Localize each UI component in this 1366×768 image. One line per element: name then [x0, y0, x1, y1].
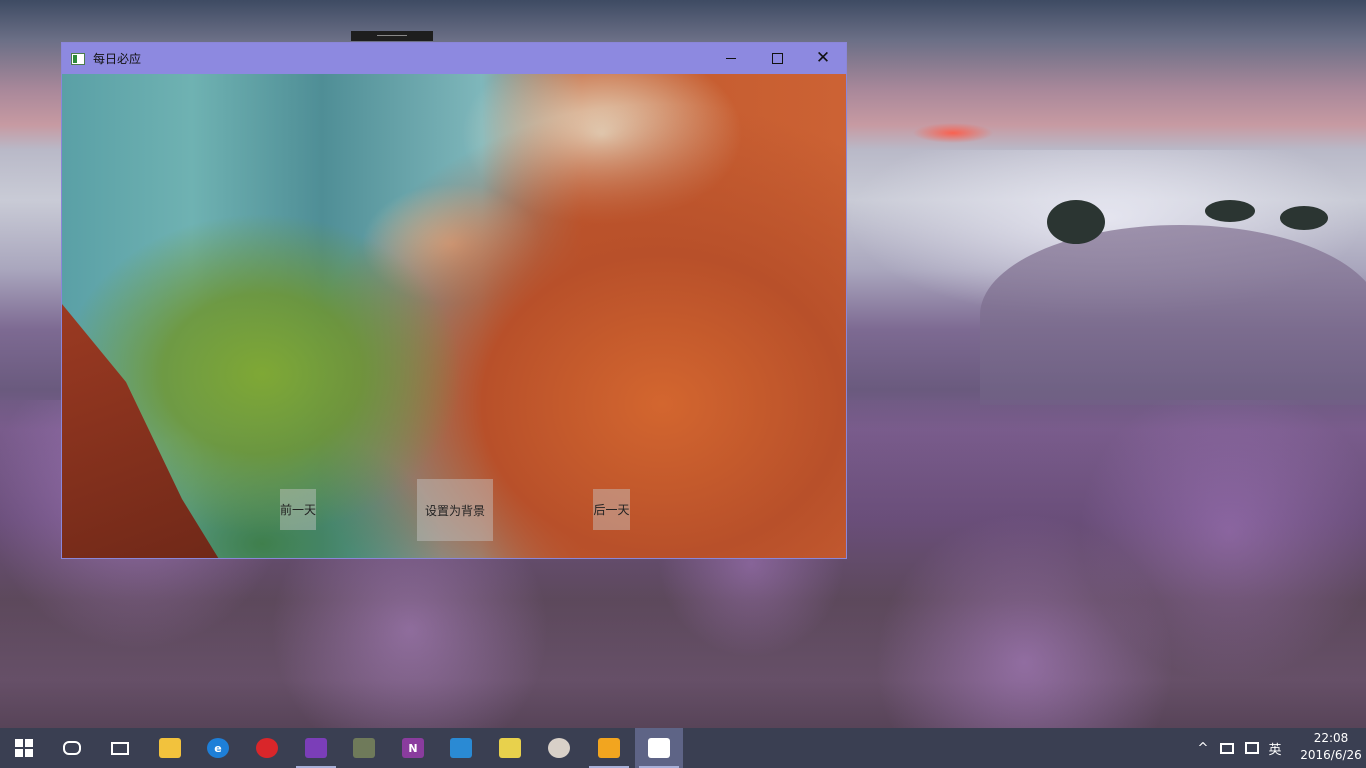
minimize-button[interactable]	[708, 43, 754, 74]
show-hidden-icons-button[interactable]: ^	[1192, 728, 1214, 768]
daily-image: 前一天 设置为背景 后一天	[62, 74, 846, 558]
taskbar-netease-music[interactable]	[243, 728, 291, 768]
message-icon	[1245, 742, 1259, 754]
minimize-icon	[726, 58, 736, 59]
visual-studio-icon	[305, 738, 327, 758]
notes-app-icon	[499, 738, 521, 758]
taskbar-paint-app[interactable]	[535, 728, 583, 768]
taskbar-window-app[interactable]	[585, 728, 633, 768]
window-title: 每日必应	[93, 52, 142, 66]
chevron-up-icon: ^	[1197, 740, 1209, 756]
maximize-icon	[771, 53, 783, 64]
taskbar-visual-studio[interactable]	[292, 728, 340, 768]
task-view-icon	[111, 741, 129, 755]
app-icon	[71, 52, 85, 65]
wallpaper-tree	[1280, 206, 1328, 230]
task-view-button[interactable]	[96, 728, 144, 768]
close-icon: ✕	[815, 48, 831, 68]
taskbar-notes-app[interactable]	[486, 728, 534, 768]
window-app-icon	[598, 738, 620, 758]
previous-day-button[interactable]: 前一天	[280, 489, 316, 530]
taskbar: e N ^ 英 22:08 2016/6/26	[0, 728, 1366, 768]
vscode-icon	[450, 738, 472, 758]
taskbar-edge[interactable]: e	[194, 728, 242, 768]
onenote-icon: N	[402, 738, 424, 758]
start-button[interactable]	[0, 728, 48, 768]
bing-daily-app-icon	[648, 738, 670, 758]
window-titlebar[interactable]: 每日必应 ✕	[62, 43, 846, 74]
network-button[interactable]	[1216, 728, 1238, 768]
input-method-indicator[interactable]: 英	[1264, 728, 1286, 768]
drag-handle[interactable]	[351, 31, 433, 41]
set-as-background-button[interactable]: 设置为背景	[417, 479, 493, 541]
clock-time: 22:08	[1313, 731, 1349, 745]
cortana-icon	[63, 741, 81, 755]
wallpaper-tree	[1205, 200, 1255, 222]
file-explorer-icon	[159, 738, 181, 758]
ime-indicator: 英	[1268, 742, 1282, 758]
taskbar-bing-daily[interactable]	[635, 728, 683, 768]
taskbar-file-explorer[interactable]	[146, 728, 194, 768]
network-icon	[1220, 742, 1234, 754]
windows-logo-icon	[15, 739, 33, 757]
next-day-button[interactable]: 后一天	[593, 489, 630, 530]
image-rock-left	[62, 304, 222, 558]
edge-icon: e	[207, 738, 229, 758]
netease-music-icon	[256, 738, 278, 758]
paint-app-icon	[548, 738, 570, 758]
taskbar-onenote[interactable]: N	[389, 728, 437, 768]
wallpaper-tree	[1047, 200, 1105, 244]
taskbar-tool-app[interactable]	[340, 728, 388, 768]
maximize-button[interactable]	[754, 43, 800, 74]
cortana-button[interactable]	[48, 728, 96, 768]
close-button[interactable]: ✕	[800, 43, 846, 74]
tool-app-icon	[353, 738, 375, 758]
clock-date: 2016/6/26	[1300, 748, 1362, 762]
bing-daily-window: 每日必应 ✕ 前一天 设置为背景 后一天	[61, 42, 847, 559]
wallpaper-hill	[980, 225, 1366, 405]
taskbar-clock[interactable]: 22:08 2016/6/26	[1300, 730, 1362, 766]
taskbar-vscode[interactable]	[437, 728, 485, 768]
action-center-button[interactable]	[1240, 728, 1264, 768]
